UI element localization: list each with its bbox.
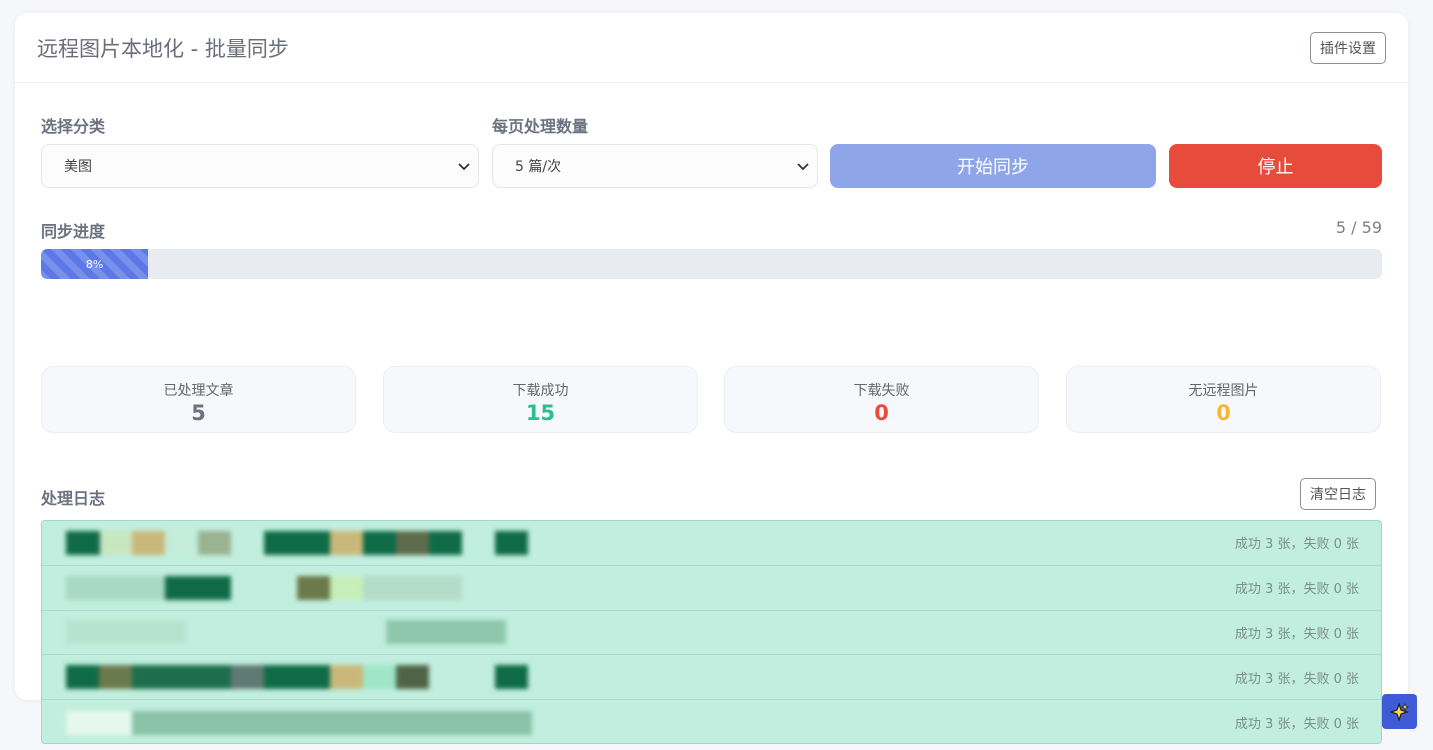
progress-percent: 8% xyxy=(85,257,104,271)
chevron-down-icon xyxy=(458,163,470,171)
progress-label: 同步进度 xyxy=(41,222,106,241)
assistant-fab[interactable] xyxy=(1382,694,1417,729)
log-entry: 成功 3 张，失败 0 张 xyxy=(42,566,1381,611)
stat-label: 下载成功 xyxy=(512,383,569,399)
log-list: 成功 3 张，失败 0 张 成功 3 张，失败 0 张 成功 3 张，失败 0 … xyxy=(41,520,1382,744)
stat-label: 无远程图片 xyxy=(1188,383,1259,399)
stat-value: 0 xyxy=(1216,401,1231,425)
stat-value: 0 xyxy=(874,401,889,425)
page-title: 远程图片本地化 - 批量同步 xyxy=(37,36,289,61)
category-label: 选择分类 xyxy=(41,117,106,136)
per-page-label: 每页处理数量 xyxy=(492,117,589,136)
log-entry-result: 成功 3 张，失败 0 张 xyxy=(1234,582,1359,598)
log-entry-title xyxy=(66,665,528,690)
sparkle-icon xyxy=(1389,701,1409,722)
stat-label: 下载失败 xyxy=(853,383,910,399)
stat-processed: 已处理文章 5 xyxy=(41,366,356,433)
log-entry-result: 成功 3 张，失败 0 张 xyxy=(1234,537,1359,553)
stat-value: 5 xyxy=(191,401,206,425)
stat-label: 已处理文章 xyxy=(163,383,234,399)
log-entry-title xyxy=(66,710,532,735)
log-entry: 成功 3 张，失败 0 张 xyxy=(42,700,1381,743)
panel-header: 远程图片本地化 - 批量同步 插件设置 xyxy=(15,13,1408,83)
log-entry-result: 成功 3 张，失败 0 张 xyxy=(1234,671,1359,687)
log-entry-result: 成功 3 张，失败 0 张 xyxy=(1234,626,1359,642)
log-label: 处理日志 xyxy=(41,489,106,508)
per-page-select[interactable]: 5 篇/次 xyxy=(492,144,818,188)
log-entry-title xyxy=(66,530,528,555)
sync-panel: 远程图片本地化 - 批量同步 插件设置 选择分类 美图 每页处理数量 5 篇/次… xyxy=(15,13,1408,744)
stat-value: 15 xyxy=(525,401,556,425)
start-sync-button[interactable]: 开始同步 xyxy=(830,144,1156,188)
progress-bar: 8% xyxy=(41,249,1382,279)
log-entry: 成功 3 张，失败 0 张 xyxy=(42,655,1381,701)
log-entry: 成功 3 张，失败 0 张 xyxy=(42,611,1381,656)
log-entry-title xyxy=(66,575,462,600)
stat-no-remote: 无远程图片 0 xyxy=(1066,366,1381,433)
category-select[interactable]: 美图 xyxy=(41,144,479,188)
progress-count: 5 / 59 xyxy=(1335,218,1382,237)
log-entry: 成功 3 张，失败 0 张 xyxy=(42,521,1381,566)
log-entry-title xyxy=(66,620,506,645)
stat-failed: 下载失败 0 xyxy=(724,366,1039,433)
log-entry-result: 成功 3 张，失败 0 张 xyxy=(1234,717,1359,733)
clear-log-button[interactable]: 清空日志 xyxy=(1300,478,1376,510)
stop-button[interactable]: 停止 xyxy=(1169,144,1382,188)
per-page-select-value: 5 篇/次 xyxy=(515,159,562,175)
stat-success: 下载成功 15 xyxy=(383,366,698,433)
progress-fill: 8% xyxy=(41,249,149,279)
plugin-settings-button[interactable]: 插件设置 xyxy=(1310,31,1386,64)
category-select-value: 美图 xyxy=(64,159,92,175)
chevron-down-icon xyxy=(797,163,809,171)
